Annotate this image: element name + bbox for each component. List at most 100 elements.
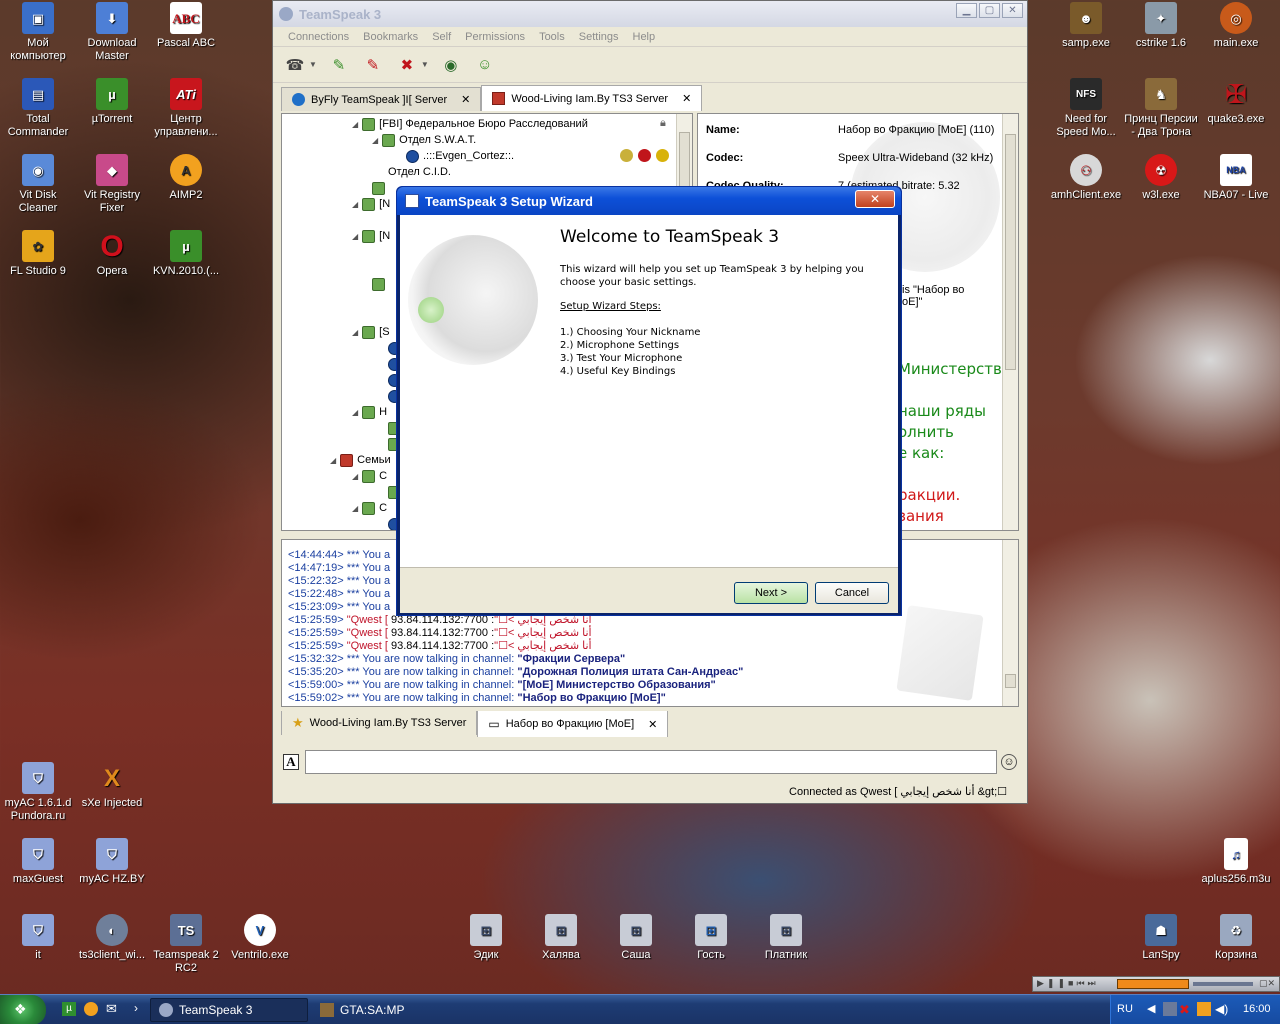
close-tab-icon[interactable]: ✕ [461, 93, 470, 106]
desktop-icon-utorrent[interactable]: µ µTorrent [74, 78, 150, 126]
channel-item[interactable]: ◢ [N [352, 228, 390, 244]
network-error-icon[interactable]: ✖ [1179, 1002, 1190, 1018]
desktop-icon-vit-disk-cleaner[interactable]: ◉ Vit Disk Cleaner [0, 154, 76, 215]
cancel-button[interactable]: Cancel [815, 582, 889, 604]
collapse-arrow-icon[interactable]: ◢ [352, 472, 358, 481]
next-button[interactable]: Next > [734, 582, 808, 604]
collapse-arrow-icon[interactable]: ◢ [372, 136, 378, 145]
subscribe-icon[interactable]: ◉ [439, 53, 463, 77]
close-icon[interactable]: ✕ [855, 190, 895, 208]
desktop-icon-amhclient[interactable]: ⚇ amhClient.exe [1048, 154, 1124, 202]
collapse-arrow-icon[interactable]: ◢ [352, 328, 358, 337]
channel-item[interactable]: ◢ Отдел S.W.A.T. [372, 132, 476, 148]
client-item[interactable]: .:::Evgen_Cortez::. [406, 148, 514, 164]
away-icon[interactable]: ✎ [327, 53, 351, 77]
menu-permissions[interactable]: Permissions [458, 31, 532, 43]
collapse-arrow-icon[interactable]: ◢ [352, 200, 358, 209]
start-button[interactable]: ❖ [0, 995, 46, 1024]
desktop-icon-quake3[interactable]: ✠ quake3.exe [1198, 78, 1274, 126]
quicklaunch-aimp-icon[interactable] [84, 1002, 98, 1016]
aimp-tray-icon[interactable] [1197, 1002, 1211, 1016]
channel-item[interactable]: ◢ Семьи [330, 452, 391, 468]
chat-channel-link[interactable]: "[MoE] Министерство Образования" [517, 679, 715, 691]
language-indicator[interactable]: RU [1117, 1003, 1133, 1015]
quicklaunch-icon[interactable]: ✉ [106, 1001, 117, 1017]
chat-scrollbar[interactable] [1002, 540, 1018, 706]
tab-server-chat[interactable]: ★ Wood-Living Iam.By TS3 Server [281, 711, 478, 735]
channel-item[interactable]: ◢ H [352, 404, 387, 420]
desktop-icon-prince[interactable]: ♞ Принц Персии - Два Трона [1123, 78, 1199, 139]
channel-item[interactable] [372, 180, 385, 196]
collapse-arrow-icon[interactable]: ◢ [352, 232, 358, 241]
collapse-arrow-icon[interactable]: ◢ [352, 504, 358, 513]
volume-icon[interactable]: ◀) [1215, 1002, 1228, 1016]
desktop-icon-ventrilo[interactable]: V Ventrilo.exe [222, 914, 298, 962]
desktop-icon-vit-registry-fixer[interactable]: ◆ Vit Registry Fixer [74, 154, 150, 215]
desktop-icon-myac[interactable]: ⛉ myAC 1.6.1.d Pundora.ru [0, 762, 76, 823]
desktop-icon-recycle-bin[interactable]: ♻ Корзина [1198, 914, 1274, 962]
tab-channel-chat[interactable]: ▭ Набор во Фракцию [MoE] ✕ [477, 711, 669, 737]
desktop-icon-share-edik[interactable]: ⊞ Эдик [448, 914, 524, 962]
chat-channel-link[interactable]: "Набор во Фракцию [MoE]" [517, 692, 665, 704]
desktop-icon-share-gost[interactable]: ⊞ Гость [673, 914, 749, 962]
desktop-icon-sxe[interactable]: X sXe Injected [74, 762, 150, 810]
menu-help[interactable]: Help [626, 31, 663, 43]
quicklaunch-more-icon[interactable]: › [134, 1001, 138, 1015]
channel-item[interactable]: ◢ [FBI] Федеральное Бюро Расследований [352, 116, 588, 132]
channel-item[interactable]: Отдел C.I.D. [388, 164, 451, 180]
desktop-icon-cstrike[interactable]: ✦ cstrike 1.6 [1123, 2, 1199, 50]
desktop-icon-teamspeak2[interactable]: TS Teamspeak 2 RC2 [148, 914, 224, 975]
tab-byfly-server[interactable]: ByFly TeamSpeak ]I[ Server ✕ [281, 87, 482, 111]
chat-input[interactable] [305, 750, 997, 774]
chevron-down-icon[interactable]: ▼ [421, 60, 429, 69]
desktop-icon-share-sasha[interactable]: ⊞ Саша [598, 914, 674, 962]
channel-item[interactable]: ◢ C [352, 500, 387, 516]
window-titlebar[interactable]: TeamSpeak 3 ▁ ▢ ✕ [273, 1, 1027, 27]
collapse-arrow-icon[interactable]: ◢ [352, 408, 358, 417]
menu-self[interactable]: Self [425, 31, 458, 43]
collapse-arrow-icon[interactable]: ◢ [330, 456, 336, 465]
desktop-icon-ati[interactable]: ATi Центр управлени... [148, 78, 224, 139]
tray-expand-icon[interactable]: ◀ [1147, 1002, 1155, 1015]
taskbar-item-teamspeak[interactable]: TeamSpeak 3 [150, 998, 308, 1022]
mute-speakers-icon[interactable]: ✖ [395, 53, 419, 77]
menu-settings[interactable]: Settings [572, 31, 626, 43]
quicklaunch-icon[interactable]: µ [62, 1002, 76, 1016]
collapse-arrow-icon[interactable]: ◢ [352, 120, 358, 129]
desktop-icon-w3l[interactable]: ☢ w3l.exe [1123, 154, 1199, 202]
menu-tools[interactable]: Tools [532, 31, 572, 43]
channel-item[interactable]: ◢ C [352, 468, 387, 484]
close-tab-icon[interactable]: ✕ [682, 92, 691, 105]
player-window-icon[interactable]: ▢✕ [1259, 978, 1275, 989]
tab-wood-living-server[interactable]: Wood-Living Iam.By TS3 Server ✕ [481, 85, 703, 111]
desktop-icon-aplus[interactable]: ♫ aplus256.m3u [1198, 838, 1274, 886]
desktop-icon-nfs[interactable]: NFS Need for Speed Mo... [1048, 78, 1124, 139]
desktop-icon-lanspy[interactable]: ☗ LanSpy [1123, 914, 1199, 962]
mute-microphone-icon[interactable]: ✎ [361, 53, 385, 77]
network-icon[interactable] [1163, 1002, 1177, 1016]
desktop-icon-pascal-abc[interactable]: ABC Pascal ABC [148, 2, 224, 50]
chat-channel-link[interactable]: "Фракции Сервера" [517, 653, 625, 665]
desktop-icon-maxguest[interactable]: ⛉ maxGuest [0, 838, 76, 886]
menu-bookmarks[interactable]: Bookmarks [356, 31, 425, 43]
desktop-icon-it[interactable]: ⛉ it [0, 914, 76, 962]
desktop-icon-myac-hz[interactable]: ⛉ myAC HZ.BY [74, 838, 150, 886]
desktop-icon-download-master[interactable]: ⬇ Download Master [74, 2, 150, 63]
desktop-icon-main[interactable]: ◎ main.exe [1198, 2, 1274, 50]
scrollbar-thumb[interactable] [1005, 134, 1016, 370]
desktop-icon-fl-studio[interactable]: ✿ FL Studio 9 [0, 230, 76, 278]
desktop-icon-total-commander[interactable]: ▤ Total Commander [0, 78, 76, 139]
menu-connections[interactable]: Connections [281, 31, 356, 43]
close-button[interactable]: ✕ [1002, 3, 1023, 18]
emoticon-icon[interactable]: ☺ [1001, 754, 1017, 770]
desktop-icon-aimp2[interactable]: A AIMP2 [148, 154, 224, 202]
channel-item[interactable] [372, 276, 385, 292]
chevron-down-icon[interactable]: ▼ [309, 60, 317, 69]
taskbar-item-gtasamp[interactable]: GTA:SA:MP [312, 998, 470, 1022]
connect-icon[interactable]: ☎ [283, 53, 307, 77]
desktop-icon-kvn[interactable]: µ KVN.2010.(... [148, 230, 224, 278]
maximize-button[interactable]: ▢ [979, 3, 1000, 18]
player-controls-icon[interactable]: ▶❚❚■⏮⏭ [1037, 978, 1099, 989]
text-format-icon[interactable]: A [283, 754, 299, 770]
scrollbar-thumb[interactable] [1005, 674, 1016, 688]
